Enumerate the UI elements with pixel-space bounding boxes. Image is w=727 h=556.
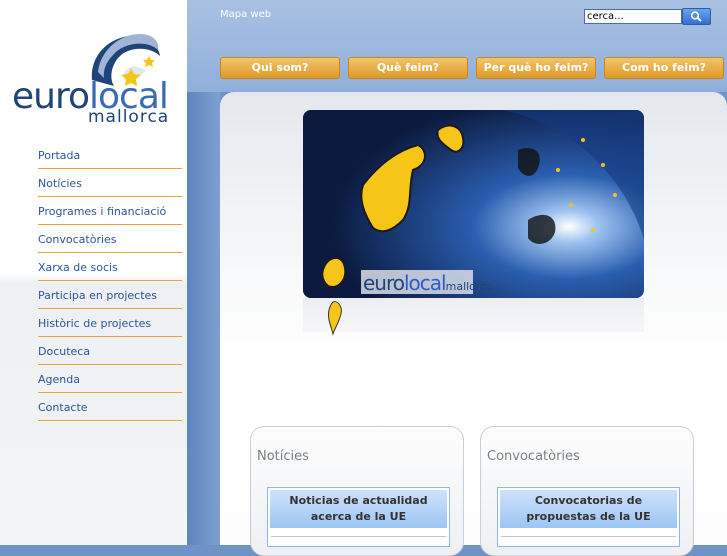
- island-reflection: [328, 301, 342, 336]
- nav-label: Històric de projectes: [38, 317, 152, 330]
- banner-sub: mallorca: [445, 280, 493, 293]
- nav-label: Docuteca: [38, 345, 91, 358]
- nav-label: Convocatòries: [38, 233, 117, 246]
- banner-euro: euro: [363, 271, 405, 295]
- nav-item-participa[interactable]: Participa en projectes: [38, 281, 182, 309]
- nav-label: Portada: [38, 149, 81, 162]
- divider: [501, 536, 676, 537]
- news-box[interactable]: Noticias de actualidad acerca de la UE: [267, 487, 450, 547]
- nav-label: Xarxa de socis: [38, 261, 118, 274]
- topnav-que-feim-button[interactable]: Què feim?: [348, 57, 468, 79]
- banner-wordmark: eurolocalmallorca: [363, 272, 493, 298]
- sitemap-link[interactable]: Mapa web: [220, 9, 271, 20]
- nav-label: Notícies: [38, 177, 82, 190]
- nav-label: Contacte: [38, 401, 88, 414]
- nav-item-contacte[interactable]: Contacte: [38, 393, 182, 421]
- topnav-com-ho-feim-button[interactable]: Com ho feim?: [604, 57, 724, 79]
- panel-title: Convocatòries: [487, 449, 580, 464]
- logo-subtitle: mallorca: [88, 107, 170, 127]
- banner-local: local: [404, 271, 447, 295]
- nav-label: Participa en projectes: [38, 289, 158, 302]
- nav-label: Programes i financiació: [38, 205, 167, 218]
- search-button[interactable]: [682, 8, 711, 25]
- topnav-qui-som-button[interactable]: Qui som?: [220, 57, 340, 79]
- nav-label: Agenda: [38, 373, 80, 386]
- nav-item-docuteca[interactable]: Docuteca: [38, 337, 182, 365]
- news-box-heading[interactable]: Noticias de actualidad acerca de la UE: [270, 490, 447, 528]
- nav-item-convocatories[interactable]: Convocatòries: [38, 225, 182, 253]
- divider: [271, 536, 446, 537]
- nav-item-agenda[interactable]: Agenda: [38, 365, 182, 393]
- nav-item-historic[interactable]: Històric de projectes: [38, 309, 182, 337]
- calls-panel: Convocatòries Convocatorias de propuesta…: [480, 426, 694, 556]
- topnav-per-que-button[interactable]: Per què ho feim?: [476, 57, 596, 79]
- nav-item-portada[interactable]: Portada: [38, 141, 182, 169]
- sidebar: eurolocal mallorca Portada Notícies Prog…: [0, 0, 187, 545]
- logo-euro: euro: [12, 76, 90, 117]
- panel-title: Notícies: [257, 449, 309, 464]
- banner-graphic: [303, 110, 644, 298]
- calls-box[interactable]: Convocatorias de propuestas de la UE: [497, 487, 680, 547]
- banner-image: eurolocalmallorca: [303, 110, 644, 298]
- search-icon: [690, 11, 702, 22]
- sidebar-nav: Portada Notícies Programes i financiació…: [38, 141, 182, 421]
- nav-item-xarxa[interactable]: Xarxa de socis: [38, 253, 182, 281]
- calls-box-heading[interactable]: Convocatorias de propuestas de la UE: [500, 490, 677, 528]
- banner-reflection: [303, 298, 644, 336]
- nav-item-noticies[interactable]: Notícies: [38, 169, 182, 197]
- search-input[interactable]: [584, 9, 682, 24]
- nav-item-programes[interactable]: Programes i financiació: [38, 197, 182, 225]
- news-panel: Notícies Noticias de actualidad acerca d…: [250, 426, 464, 556]
